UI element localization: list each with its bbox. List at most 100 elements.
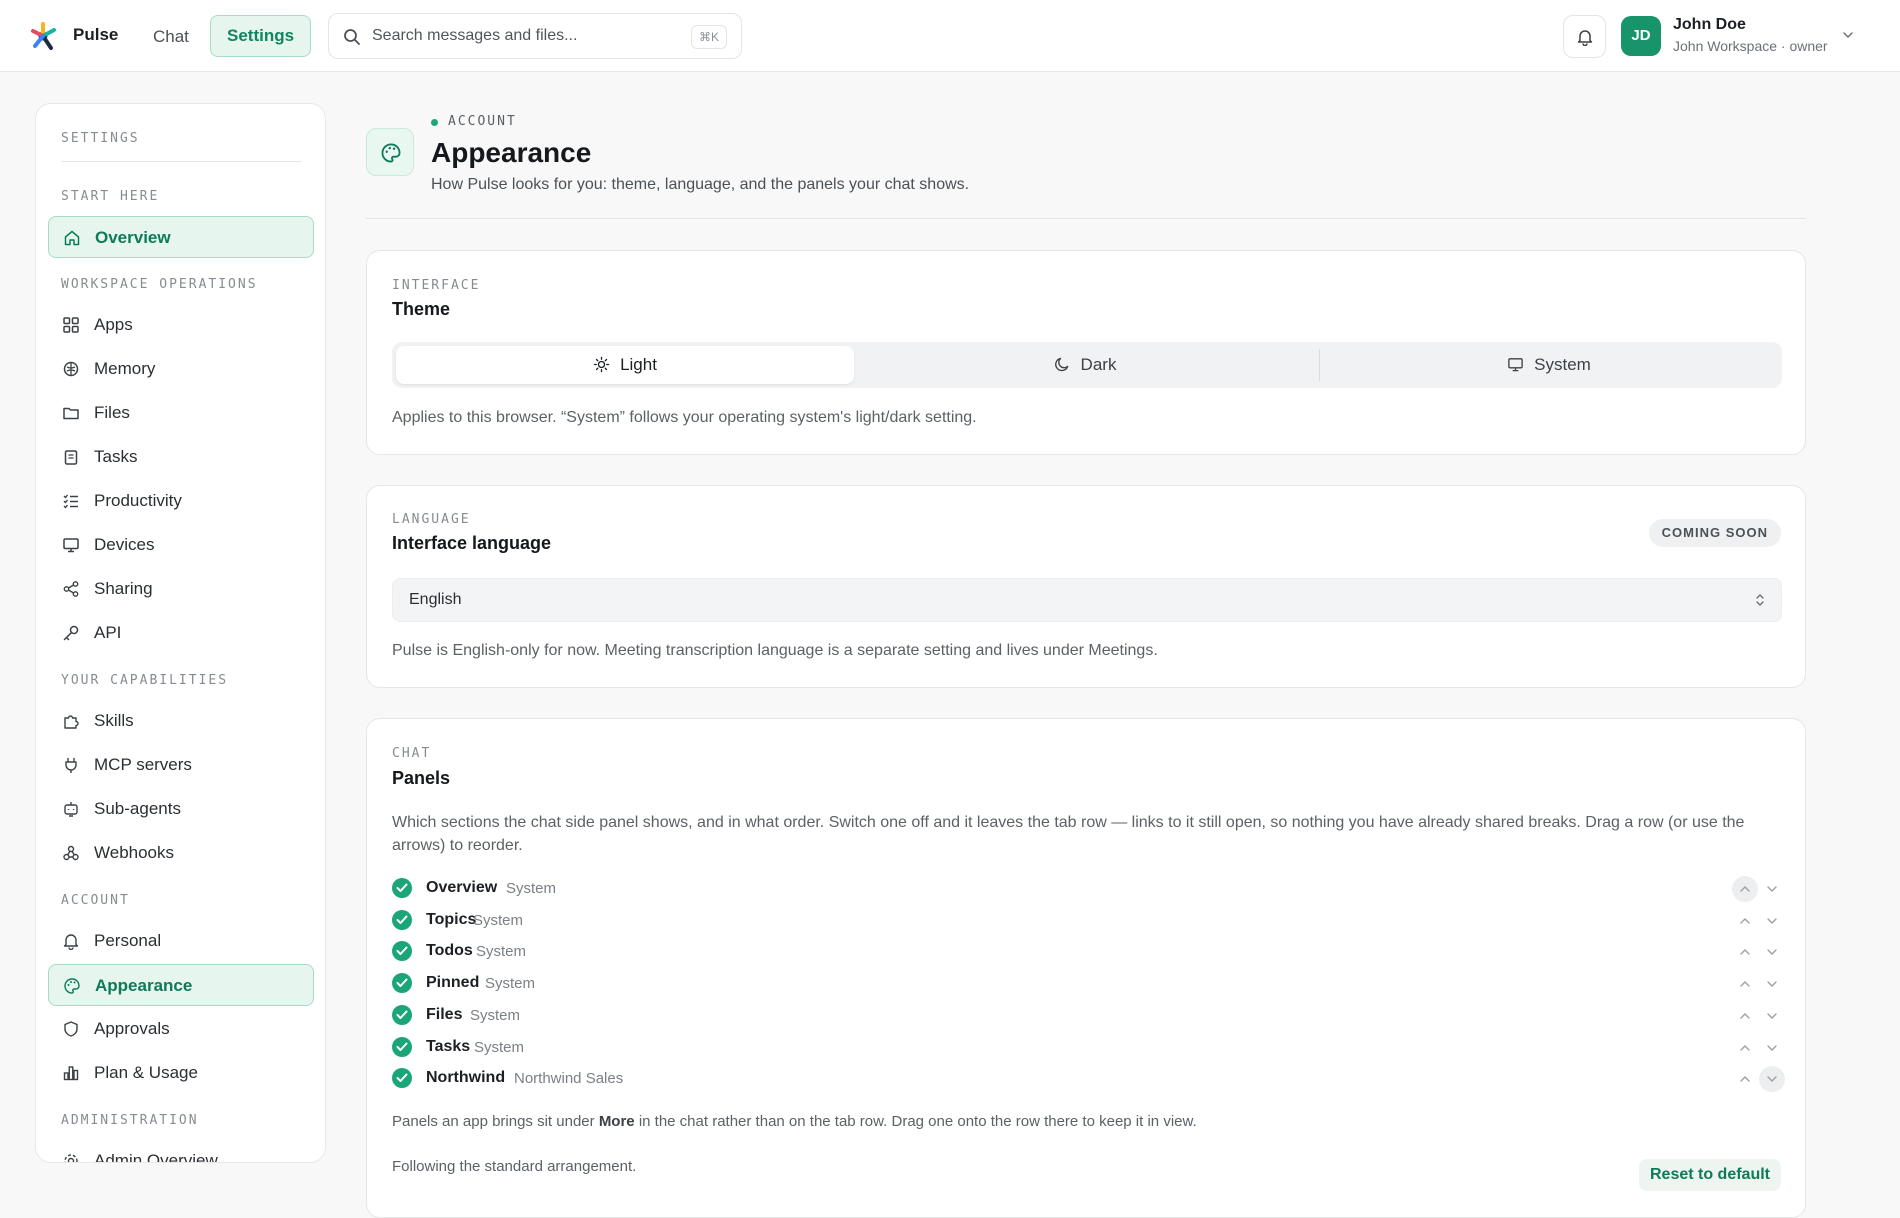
sidebar-item-plan-usage[interactable]: Plan & Usage	[48, 1052, 314, 1094]
theme-option-label: Light	[620, 355, 657, 374]
nav-settings[interactable]: Settings	[210, 15, 312, 57]
move-down-button[interactable]	[1759, 1003, 1785, 1029]
panels-description: Which sections the chat side panel shows…	[392, 814, 1745, 854]
checkbox-checked-icon[interactable]	[392, 941, 412, 962]
theme-option-system[interactable]: System	[1320, 346, 1778, 384]
notifications-button[interactable]	[1563, 15, 1606, 58]
sidebar-title: SETTINGS	[61, 131, 140, 146]
panel-row[interactable]: Overview System	[392, 876, 1782, 904]
panel-name: Overview	[426, 879, 498, 896]
app-name: Pulse	[73, 25, 119, 44]
checkbox-checked-icon[interactable]	[392, 909, 412, 930]
move-down-button[interactable]	[1759, 1035, 1785, 1061]
chevron-up-icon	[1740, 949, 1750, 956]
move-up-button[interactable]	[1732, 908, 1758, 934]
move-up-button[interactable]	[1732, 971, 1758, 997]
page-subtitle: How Pulse looks for you: theme, language…	[431, 176, 970, 193]
sidebar-item-sub-agents[interactable]: Sub-agents	[48, 788, 314, 830]
chevron-down-icon	[1767, 1076, 1777, 1083]
sidebar-item-label: Overview	[95, 228, 171, 247]
panel-row[interactable]: Todos System	[392, 939, 1782, 967]
chevron-up-icon	[1740, 981, 1750, 987]
panel-row[interactable]: Tasks System	[392, 1035, 1782, 1063]
panel-row[interactable]: Pinned System	[392, 971, 1782, 999]
theme-option-dark[interactable]: Dark	[856, 346, 1314, 384]
sidebar-item-label: Personal	[94, 931, 162, 950]
chevron-down-icon	[1767, 981, 1777, 988]
list-checks-icon	[63, 494, 78, 509]
more-note-text: in the chat rather than on the tab row. …	[634, 1113, 1197, 1130]
sidebar-item-productivity[interactable]: Productivity	[48, 480, 314, 522]
sidebar-item-label: Apps	[94, 315, 133, 334]
panel-row[interactable]: Northwind Northwind Sales	[392, 1066, 1785, 1094]
chevron-down-icon	[1767, 949, 1777, 956]
panel-name: Files	[426, 1005, 463, 1023]
sidebar-item-skills[interactable]: Skills	[48, 700, 314, 742]
user-name[interactable]: John Doe	[1673, 16, 1746, 34]
move-down-button[interactable]	[1759, 908, 1785, 934]
move-down-button[interactable]	[1759, 1066, 1785, 1093]
reset-to-default-button[interactable]: Reset to default	[1638, 1159, 1781, 1191]
shield-icon	[64, 1021, 78, 1037]
move-up-button[interactable]	[1732, 1003, 1758, 1029]
share-icon	[63, 581, 79, 597]
theme-eyebrow: INTERFACE	[392, 278, 481, 293]
sidebar-item-overview[interactable]: Overview	[48, 216, 314, 258]
panel-row[interactable]: Topics System	[392, 908, 1782, 936]
bar-chart-icon	[63, 1066, 79, 1081]
language-select[interactable]: English	[392, 578, 1782, 622]
checkbox-checked-icon[interactable]	[392, 878, 412, 898]
chevron-down-icon[interactable]	[1841, 28, 1855, 42]
search-bar[interactable]: Search messages and files... ⌘K	[328, 13, 742, 59]
theme-option-light[interactable]: Light	[396, 346, 854, 384]
sidebar-item-label: Sub-agents	[94, 799, 181, 818]
sidebar-item-label: Admin Overview	[94, 1151, 218, 1163]
chevron-down-icon	[1767, 1044, 1777, 1051]
move-up-button[interactable]	[1732, 1066, 1758, 1092]
sidebar-item-devices[interactable]: Devices	[48, 524, 314, 566]
chevron-down-icon	[1767, 1013, 1777, 1019]
sidebar-item-mcp-servers[interactable]: MCP servers	[48, 744, 314, 786]
nav-chat[interactable]: Chat	[143, 17, 199, 57]
move-down-button[interactable]	[1759, 971, 1785, 997]
sidebar-item-approvals[interactable]: Approvals	[48, 1008, 314, 1050]
move-up-button[interactable]	[1732, 939, 1758, 965]
palette-icon	[64, 978, 80, 994]
search-input[interactable]: Search messages and files...	[372, 27, 577, 45]
appearance-header-icon	[366, 128, 414, 176]
panel-source: System	[470, 1006, 521, 1024]
pulse-logo-icon[interactable]	[29, 20, 63, 54]
panel-row[interactable]: Files System	[392, 1003, 1782, 1031]
checkbox-checked-icon[interactable]	[392, 973, 412, 994]
panel-name: Pinned	[426, 974, 480, 992]
checkbox-checked-icon[interactable]	[392, 1068, 412, 1089]
sidebar-item-label: Devices	[94, 535, 155, 554]
panel-source: System	[476, 943, 527, 961]
chevron-up-icon	[1740, 1044, 1750, 1051]
sidebar-item-label: Files	[94, 403, 130, 422]
sidebar-item-apps[interactable]: Apps	[48, 304, 314, 346]
group-start-here: START HERE	[61, 189, 160, 204]
sidebar-item-api[interactable]: API	[48, 612, 314, 654]
checkbox-checked-icon[interactable]	[392, 1036, 412, 1057]
panel-source: System	[506, 880, 557, 897]
sidebar-item-memory[interactable]: Memory	[48, 348, 314, 390]
panel-source: System	[485, 975, 536, 993]
move-up-button[interactable]	[1732, 1035, 1758, 1061]
panels-card: CHAT Panels Which sections the chat side…	[366, 718, 1806, 1218]
move-down-button[interactable]	[1759, 939, 1785, 965]
sidebar-divider	[61, 161, 301, 162]
sidebar-item-files[interactable]: Files	[48, 392, 314, 434]
sidebar-item-sharing[interactable]: Sharing	[48, 568, 314, 610]
user-avatar[interactable]: JD	[1621, 16, 1661, 56]
sidebar-item-tasks[interactable]: Tasks	[48, 436, 314, 478]
move-down-button[interactable]	[1759, 876, 1785, 902]
sidebar-item-appearance[interactable]: Appearance	[48, 964, 314, 1006]
chevron-up-down-icon	[1756, 594, 1764, 606]
group-workspace-operations: WORKSPACE OPERATIONS	[61, 277, 258, 292]
sidebar-item-webhooks[interactable]: Webhooks	[48, 832, 314, 874]
sidebar-item-admin-overview[interactable]: Admin Overview	[48, 1140, 314, 1163]
move-up-button[interactable]	[1732, 876, 1758, 902]
checkbox-checked-icon[interactable]	[392, 1004, 412, 1025]
sidebar-item-personal[interactable]: Personal	[48, 920, 314, 962]
